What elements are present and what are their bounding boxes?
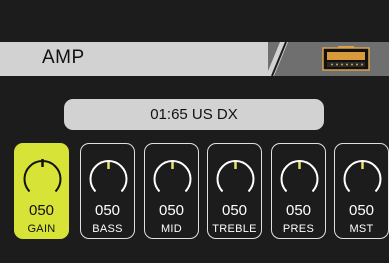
mst-knob-icon	[343, 160, 382, 193]
knob-mid[interactable]: 050 MID	[144, 143, 199, 239]
page-title: AMP	[42, 47, 85, 68]
knob-mst[interactable]: 050 MST	[334, 143, 389, 239]
knob-label: GAIN	[27, 223, 56, 235]
preset-selector[interactable]: 01:65 US DX	[64, 99, 324, 130]
preset-name: 01:65 US DX	[150, 106, 238, 123]
mid-knob-icon	[153, 160, 192, 193]
header-slash-divider	[266, 42, 288, 76]
knob-value: 050	[158, 202, 185, 219]
knob-treble[interactable]: 050 TREBLE	[207, 143, 262, 239]
knob-value: 050	[94, 202, 121, 219]
knob-gain[interactable]: 050 GAIN	[14, 143, 69, 239]
knob-label: MST	[349, 223, 374, 235]
bass-knob-icon	[89, 160, 128, 193]
amp-head-icon[interactable]	[322, 46, 370, 72]
knob-value: 050	[285, 202, 312, 219]
knob-label: MID	[160, 223, 183, 235]
treble-knob-icon	[216, 160, 255, 193]
knob-pres[interactable]: 050 PRES	[271, 143, 326, 239]
knob-bass[interactable]: 050 BASS	[80, 143, 135, 239]
amp-screen: AMP 01:65 US DX 050 GAIN 050 BASS 050 MI…	[0, 0, 389, 263]
knob-value: 050	[28, 202, 55, 219]
gain-knob-icon	[23, 159, 62, 193]
knob-label: PRES	[282, 223, 315, 235]
knob-value: 050	[221, 202, 248, 219]
knob-value: 050	[348, 202, 375, 219]
pres-knob-icon	[280, 160, 319, 193]
header-bar: AMP	[0, 42, 389, 76]
knob-label: BASS	[92, 223, 123, 235]
knob-label: TREBLE	[212, 223, 257, 235]
